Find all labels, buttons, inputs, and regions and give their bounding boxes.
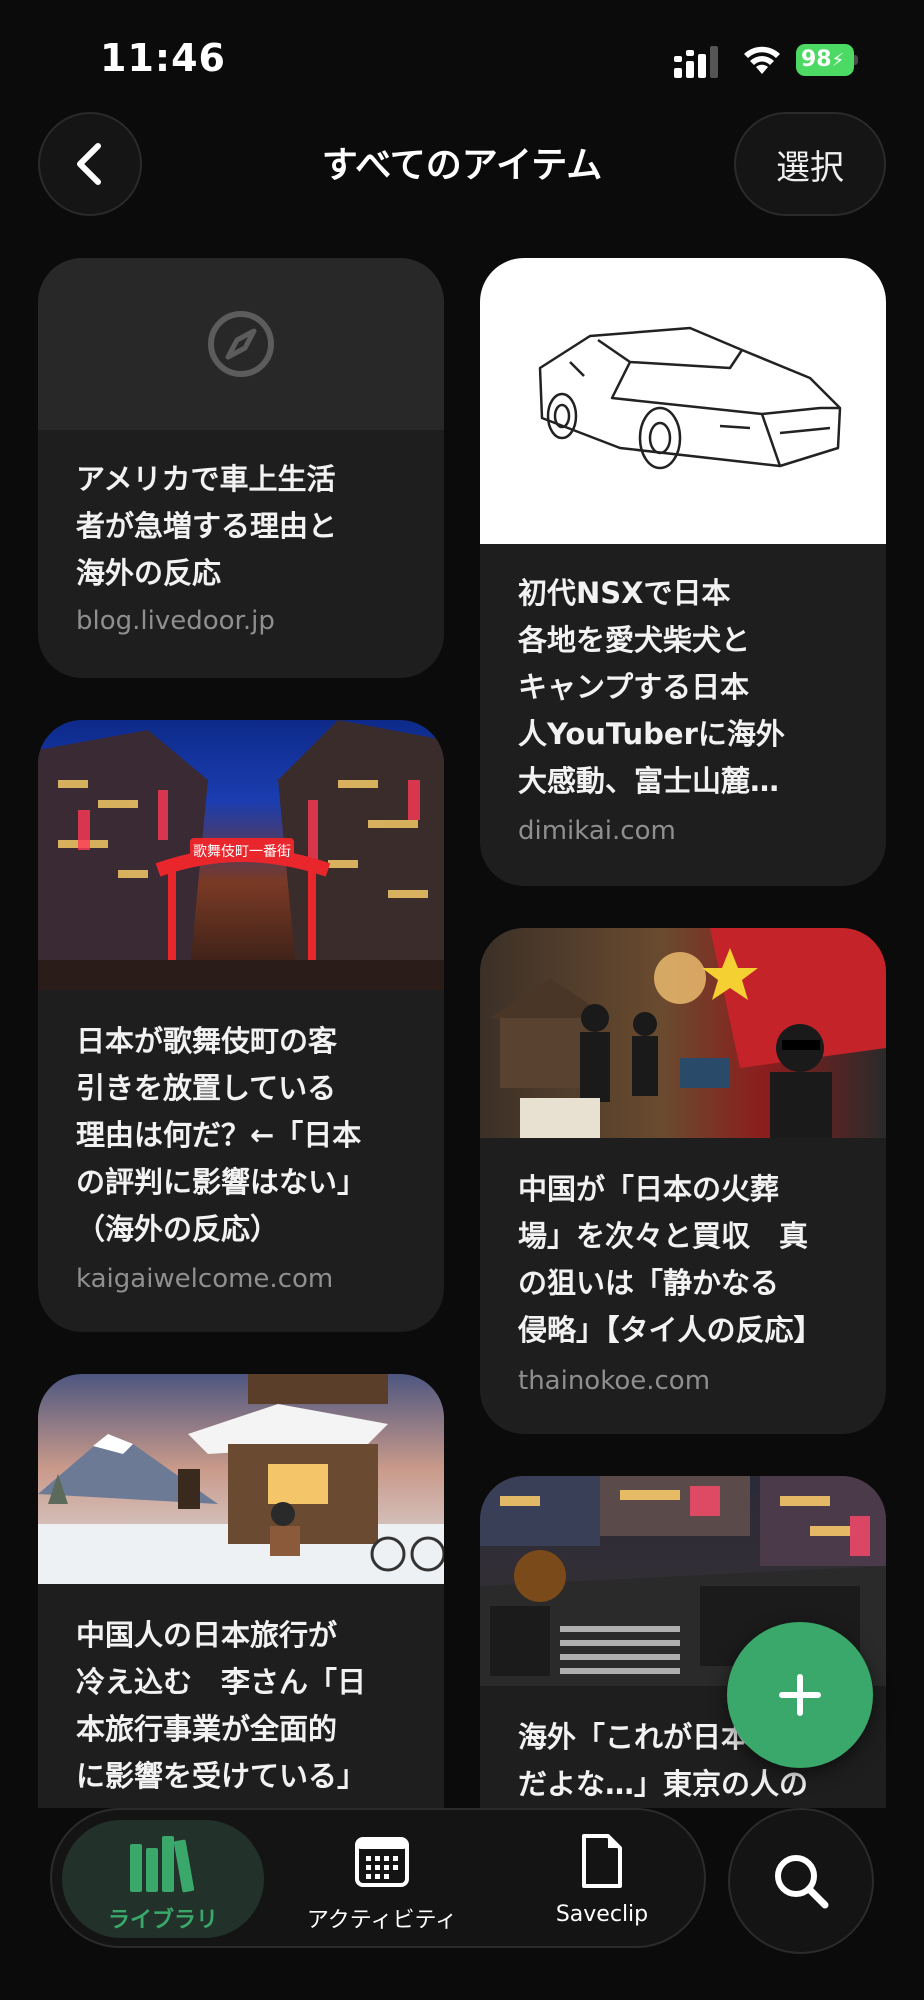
- plus-icon: [779, 1674, 821, 1716]
- tab-activity[interactable]: アクティビティ: [282, 1820, 482, 1938]
- add-item-button[interactable]: [727, 1622, 873, 1768]
- item-thumbnail: 歌舞伎町一番街: [38, 720, 444, 990]
- tab-activity-label: アクティビティ: [306, 1908, 458, 1933]
- document-icon: [582, 1834, 622, 1888]
- tab-saveclip-label: Saveclip: [555, 1902, 649, 1927]
- item-card[interactable]: 中国が「日本の火葬 場」を次々と買収 真 の狙いは「静かなる 侵略」【タイ人の反…: [480, 928, 886, 1434]
- item-thumbnail: [38, 1374, 444, 1584]
- item-source: thainokoe.com: [518, 1366, 711, 1396]
- item-title: 中国が「日本の火葬 場」を次々と買収 真 の狙いは「静かなる 侵略」【タイ人の反…: [518, 1172, 823, 1347]
- item-card[interactable]: 初代NSXで日本 各地を愛犬柴犬と キャンプする日本 人YouTuberに海外 …: [480, 258, 886, 886]
- items-grid: アメリカで車上生活 者が急増する理由と 海外の反応 blog.livedoor.…: [0, 0, 924, 1808]
- tab-library[interactable]: ライブラリ: [62, 1820, 264, 1938]
- compass-placeholder-icon: [208, 311, 274, 377]
- tab-library-label: ライブラリ: [107, 1908, 218, 1933]
- item-title: 日本が歌舞伎町の客 引きを放置している 理由は何だ？←「日本 の評判に影響はない…: [76, 1024, 367, 1246]
- item-thumbnail: [38, 258, 444, 430]
- illustration-business-deal: [490, 928, 886, 1138]
- item-title: 中国人の日本旅行が 冷え込む 李さん「日 本旅行事業が全面的 に影響を受けている…: [76, 1618, 367, 1793]
- sports-car-line-drawing: [538, 326, 842, 470]
- illustration-mount-fuji-shop: [38, 1374, 444, 1584]
- item-source: kaigaiwelcome.com: [76, 1264, 334, 1294]
- item-title: アメリカで車上生活 者が急増する理由と 海外の反応: [76, 462, 338, 590]
- item-card[interactable]: アメリカで車上生活 者が急増する理由と 海外の反応 blog.livedoor.…: [38, 258, 444, 678]
- item-card[interactable]: 歌舞伎町一番街 日本が歌舞伎町の客 引きを放置している 理由は何だ？←「日本 の…: [38, 720, 444, 1332]
- gate-sign: 歌舞伎町一番街: [193, 844, 291, 860]
- item-thumbnail: [480, 258, 886, 544]
- item-thumbnail: [480, 928, 886, 1138]
- bottom-tab-bar: ライブラリ アクティビティ Saveclip: [50, 1808, 706, 1948]
- search-button[interactable]: [728, 1808, 874, 1954]
- tab-saveclip[interactable]: Saveclip: [502, 1820, 702, 1938]
- kabukicho-night-street: 歌舞伎町一番街: [38, 720, 444, 990]
- item-source: blog.livedoor.jp: [76, 606, 275, 636]
- item-card[interactable]: 中国人の日本旅行が 冷え込む 李さん「日 本旅行事業が全面的 に影響を受けている…: [38, 1374, 444, 1808]
- item-source: dimikai.com: [518, 816, 676, 846]
- calendar-icon: [355, 1837, 409, 1887]
- search-icon: [775, 1855, 829, 1909]
- item-title: 初代NSXで日本 各地を愛犬柴犬と キャンプする日本 人YouTuberに海外 …: [518, 576, 785, 798]
- library-books-icon: [130, 1836, 195, 1893]
